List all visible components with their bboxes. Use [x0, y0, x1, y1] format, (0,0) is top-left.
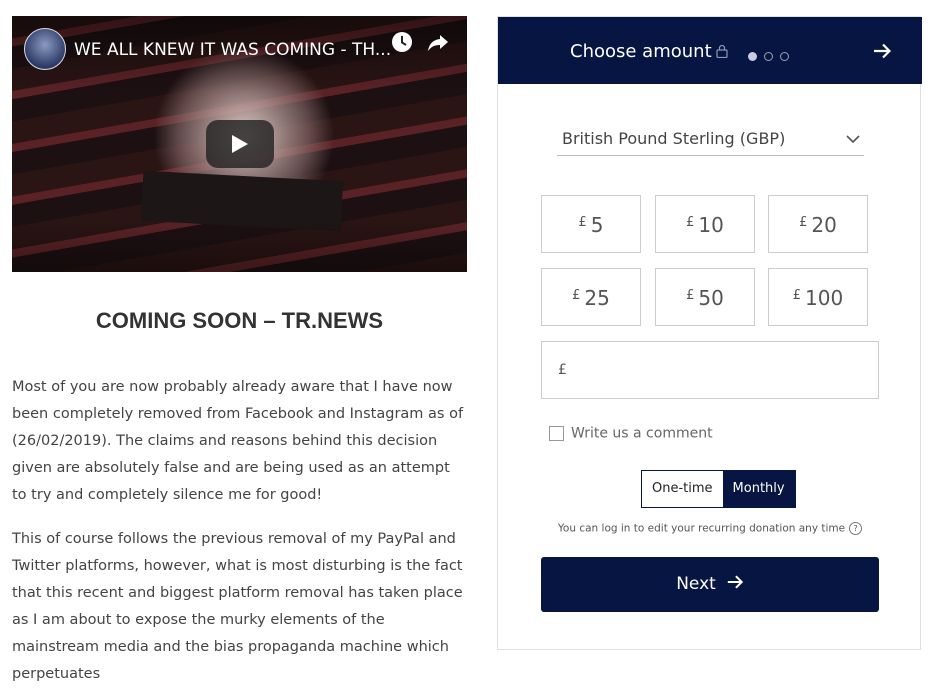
next-button[interactable]: Next: [541, 557, 879, 612]
monthly-button[interactable]: Monthly: [722, 471, 795, 507]
amount-button-5[interactable]: £5: [541, 195, 641, 253]
chevron-down-icon: [846, 135, 860, 144]
amount-button-100[interactable]: £100: [768, 268, 868, 326]
play-button[interactable]: [206, 120, 274, 168]
arrow-right-icon: [727, 575, 743, 589]
currency-select[interactable]: British Pound Sterling (GBP): [557, 127, 864, 156]
step-dot: [748, 52, 757, 61]
video-title[interactable]: WE ALL KNEW IT WAS COMING - TH...: [74, 40, 394, 60]
article-heading: COMING SOON – TR.NEWS: [95, 308, 384, 333]
step-dot: [764, 52, 773, 61]
watch-later-icon[interactable]: [390, 30, 414, 54]
question-circle-icon[interactable]: ?: [849, 522, 863, 535]
video-player[interactable]: WE ALL KNEW IT WAS COMING - TH...: [12, 16, 467, 272]
play-icon: [232, 135, 248, 153]
arrow-right-icon[interactable]: [872, 41, 892, 65]
share-icon[interactable]: [426, 30, 450, 54]
article-paragraph: Most of you are now probably already awa…: [12, 379, 464, 503]
frequency-toggle: One-time Monthly: [641, 470, 796, 508]
comment-label: Write us a comment: [571, 425, 713, 442]
currency-select-value: British Pound Sterling (GBP): [562, 129, 786, 148]
amount-button-50[interactable]: £50: [655, 268, 755, 326]
channel-avatar[interactable]: [24, 28, 66, 70]
widget-title: Choose amount: [570, 41, 712, 62]
article-paragraph: This of course follows the previous remo…: [12, 531, 463, 682]
amount-button-10[interactable]: £10: [655, 195, 755, 253]
one-time-button[interactable]: One-time: [642, 471, 723, 507]
comment-checkbox[interactable]: [549, 426, 564, 441]
donation-widget: Choose amount British Pound Sterling (GB…: [497, 16, 922, 650]
lock-icon: [716, 43, 728, 62]
recurring-note: You can log in to edit your recurring do…: [498, 522, 922, 535]
amount-button-25[interactable]: £25: [541, 268, 641, 326]
widget-header: Choose amount: [498, 17, 922, 84]
comment-toggle[interactable]: Write us a comment: [549, 423, 713, 442]
custom-amount-input[interactable]: £: [541, 341, 879, 399]
step-indicator: [748, 46, 796, 65]
amount-button-20[interactable]: £20: [768, 195, 868, 253]
step-dot: [780, 52, 789, 61]
